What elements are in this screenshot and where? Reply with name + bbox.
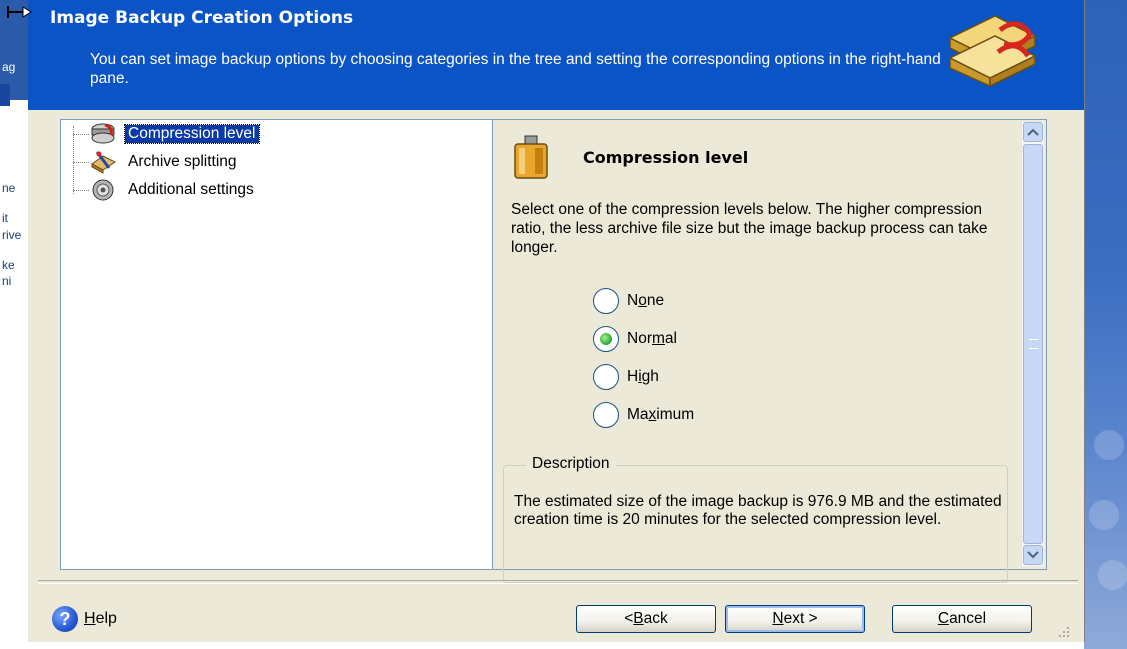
compression-press-icon <box>511 134 551 180</box>
options-pane: Compression level Select one of the comp… <box>492 119 1047 583</box>
dialog-header: Image Backup Creation Options You can se… <box>7 0 1084 110</box>
desktop-decoration <box>1089 500 1119 530</box>
footer-separator <box>38 580 1078 584</box>
settings-disc-icon <box>89 178 117 202</box>
dialog-description: You can set image backup options by choo… <box>90 51 941 87</box>
background-text-fragment: rive <box>2 228 22 242</box>
chevron-up-icon <box>1027 128 1039 136</box>
scroll-thumb[interactable] <box>1023 144 1043 544</box>
background-text-fragment: ni <box>2 274 12 288</box>
next-button[interactable]: Next > <box>725 605 865 633</box>
arrow-right-icon <box>6 4 32 20</box>
estimate-description: The estimated size of the image backup i… <box>514 493 1002 528</box>
background-text-fragment: ke <box>2 258 15 272</box>
resize-grip-icon[interactable] <box>1056 624 1070 638</box>
radio-button-selected[interactable] <box>593 326 619 352</box>
background-text-fragment: ne <box>2 181 16 195</box>
tree-item-label: Compression level <box>124 124 260 144</box>
desktop-background <box>1084 0 1127 649</box>
vertical-scrollbar[interactable] <box>1021 122 1044 566</box>
dialog-title: Image Backup Creation Options <box>50 8 354 28</box>
groupbox-title: Description <box>526 455 616 473</box>
radio-button[interactable] <box>593 364 619 390</box>
desktop-decoration <box>1098 560 1127 590</box>
scroll-up-button[interactable] <box>1023 122 1043 142</box>
chevron-down-icon <box>1027 551 1039 559</box>
tree-item-label: Archive splitting <box>128 153 237 170</box>
panel-title: Compression level <box>583 148 749 167</box>
background-text-fragment: it <box>2 211 8 225</box>
panel-description: Select one of the compression levels bel… <box>511 201 988 256</box>
tree-connector <box>73 134 89 135</box>
cancel-button[interactable]: Cancel <box>892 605 1032 633</box>
radio-label: Maximum <box>627 406 695 423</box>
radio-normal[interactable]: Normal <box>593 326 677 352</box>
description-groupbox: Description The estimated size of the im… <box>503 455 1008 583</box>
tree-item-compression-level[interactable]: Compression level <box>89 122 260 146</box>
scroll-grip-icon <box>1029 339 1038 349</box>
scroll-down-button[interactable] <box>1023 545 1043 565</box>
back-button[interactable]: < Back <box>576 605 716 633</box>
background-window-accent <box>0 84 10 106</box>
radio-high[interactable]: High <box>593 364 659 390</box>
desktop-decoration <box>1094 430 1124 460</box>
help-icon[interactable]: ? <box>52 606 78 632</box>
radio-button[interactable] <box>593 288 619 314</box>
category-tree[interactable]: Compression level Archive splitting Addi… <box>60 119 493 570</box>
help-link[interactable]: Help <box>84 610 117 628</box>
tree-item-additional-settings[interactable]: Additional settings <box>89 178 257 202</box>
archive-split-icon <box>89 150 117 174</box>
tree-item-archive-splitting[interactable]: Archive splitting <box>89 150 240 174</box>
compression-disks-icon <box>89 122 117 146</box>
tree-connector <box>73 190 89 191</box>
radio-maximum[interactable]: Maximum <box>593 402 694 428</box>
options-dialog: Image Backup Creation Options You can se… <box>7 0 1085 642</box>
radio-button[interactable] <box>593 402 619 428</box>
radio-label: None <box>627 292 665 309</box>
background-text-fragment: ag <box>2 60 16 74</box>
background-window-left: ag ne it rive ke ni <box>0 0 28 649</box>
radio-label: Normal <box>627 330 677 347</box>
radio-none[interactable]: None <box>593 288 664 314</box>
backup-disks-logo-icon <box>940 8 1040 88</box>
tree-item-label: Additional settings <box>128 181 254 198</box>
tree-connector <box>73 162 89 163</box>
radio-label: High <box>627 368 659 385</box>
